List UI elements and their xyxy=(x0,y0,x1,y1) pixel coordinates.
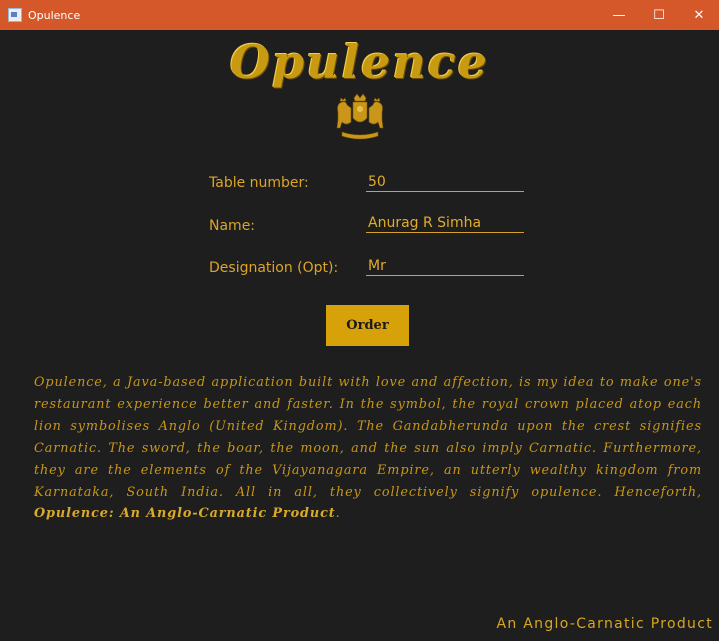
designation-field[interactable]: Mr xyxy=(366,256,524,276)
description-text: Opulence, a Java-based application built… xyxy=(34,375,702,500)
table-number-field[interactable]: 50 xyxy=(366,172,524,192)
window-controls: — ☐ ✕ xyxy=(599,0,719,30)
designation-label: Designation (Opt): xyxy=(209,260,339,276)
name-field[interactable]: Anurag R Simha xyxy=(366,213,524,233)
description-paragraph: Opulence, a Java-based application built… xyxy=(34,372,702,525)
name-label: Name: xyxy=(209,218,256,234)
footer-brand: An Anglo-Carnatic Product xyxy=(496,616,713,632)
logo-title: Opulence xyxy=(229,35,490,89)
close-button[interactable]: ✕ xyxy=(679,0,719,30)
royal-crest-icon xyxy=(336,93,384,140)
minimize-button[interactable]: — xyxy=(599,0,639,30)
table-number-label: Table number: xyxy=(209,175,309,191)
order-button[interactable]: Order xyxy=(326,305,409,346)
window-title: Opulence xyxy=(28,8,81,22)
java-app-icon xyxy=(8,8,22,22)
description-emphasis: Opulence: An Anglo-Carnatic Product xyxy=(34,506,336,522)
description-end: . xyxy=(335,506,341,522)
maximize-button[interactable]: ☐ xyxy=(639,0,679,30)
window-titlebar[interactable]: Opulence — ☐ ✕ xyxy=(0,0,719,30)
